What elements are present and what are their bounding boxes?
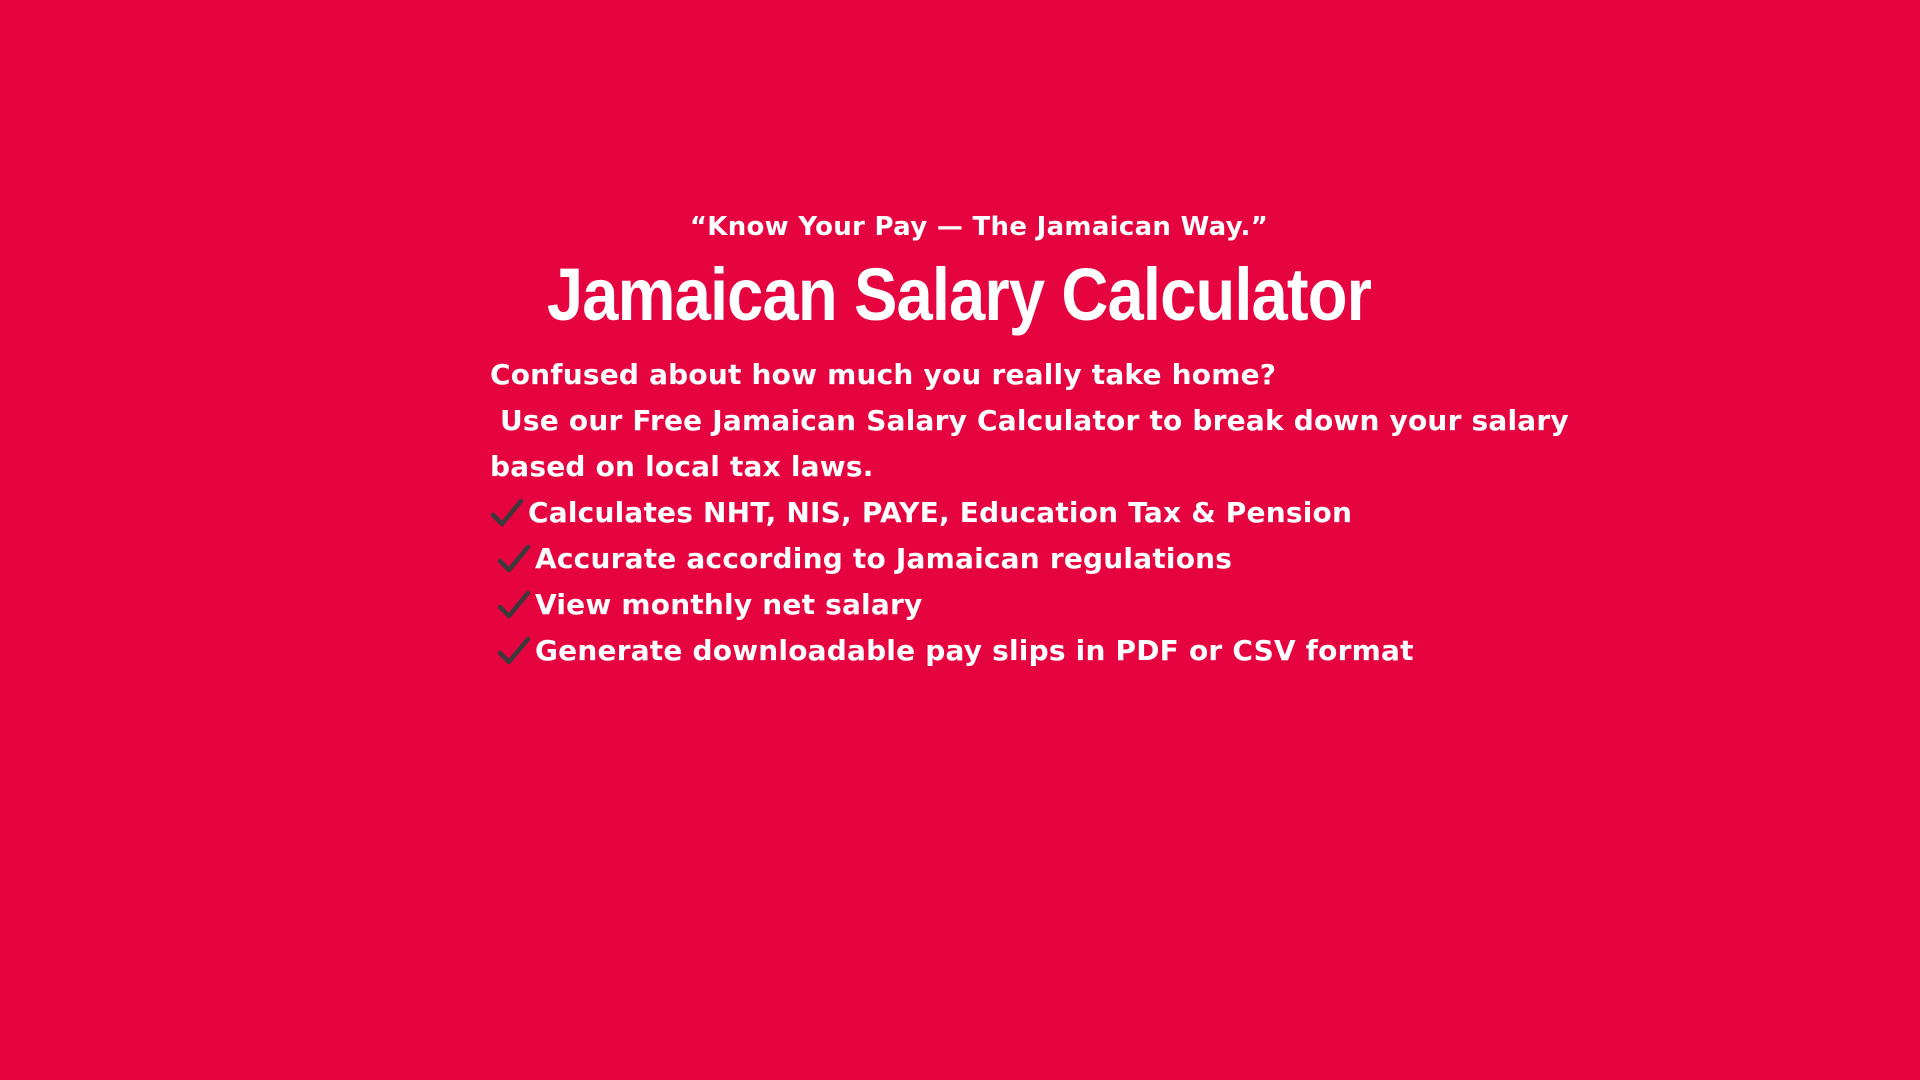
intro-line-3: based on local tax laws. xyxy=(490,450,874,483)
feature-text: Calculates NHT, NIS, PAYE, Education Tax… xyxy=(528,496,1353,529)
description-block: Confused about how much you really take … xyxy=(490,352,1910,674)
check-icon xyxy=(497,590,531,619)
check-icon xyxy=(497,544,531,573)
feature-text: Accurate according to Jamaican regulatio… xyxy=(535,542,1233,575)
intro-line-2: Use our Free Jamaican Salary Calculator … xyxy=(490,404,1569,437)
feature-item: Generate downloadable pay slips in PDF o… xyxy=(490,628,1910,674)
tagline: “Know Your Pay — The Jamaican Way.” xyxy=(689,212,1269,242)
intro-line-1: Confused about how much you really take … xyxy=(490,358,1277,391)
feature-item: Calculates NHT, NIS, PAYE, Education Tax… xyxy=(490,490,1910,536)
feature-text: Generate downloadable pay slips in PDF o… xyxy=(535,634,1414,667)
page-title: Jamaican Salary Calculator xyxy=(546,253,1372,336)
feature-item: Accurate according to Jamaican regulatio… xyxy=(490,536,1910,582)
check-icon xyxy=(490,498,524,527)
check-icon xyxy=(497,636,531,665)
feature-item: View monthly net salary xyxy=(490,582,1910,628)
feature-text: View monthly net salary xyxy=(535,588,923,621)
